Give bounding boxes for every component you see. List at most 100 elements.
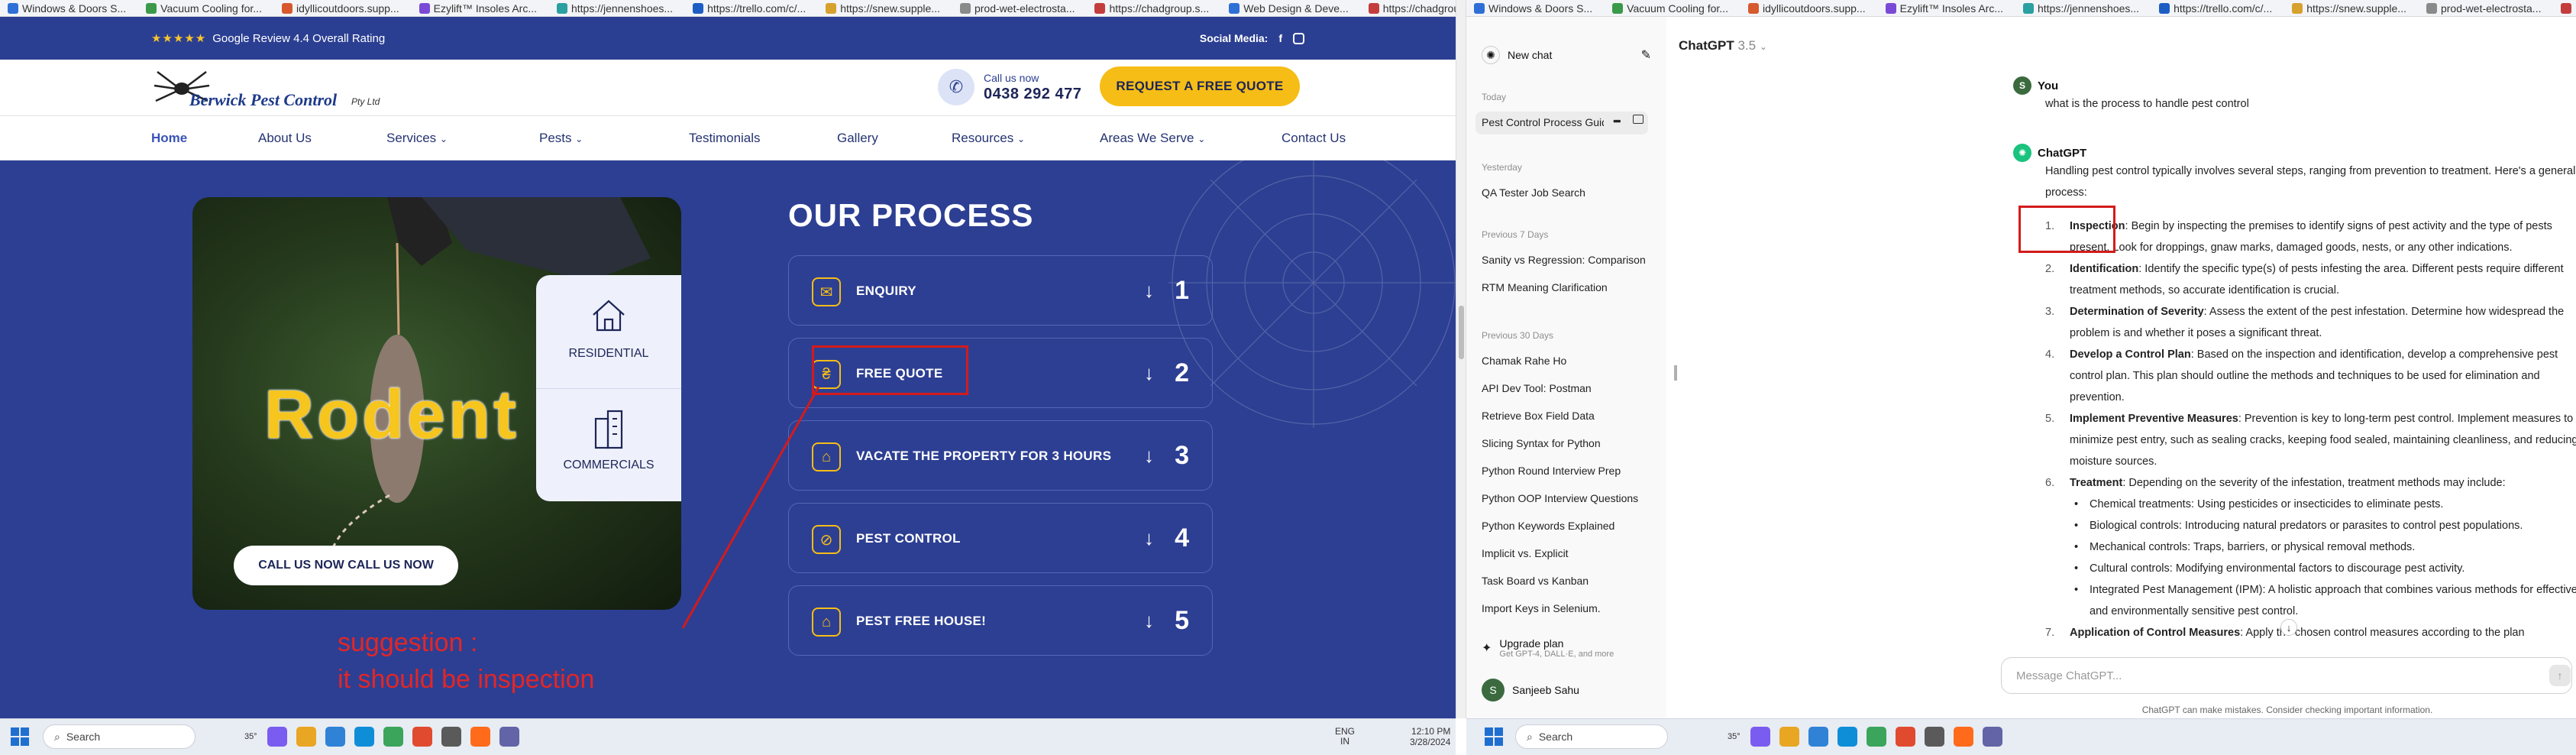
app-icon[interactable] xyxy=(1925,727,1944,747)
bookmark-item[interactable]: https://chadgroup.s... xyxy=(1094,2,1209,15)
stars-icon: ★★★★★ xyxy=(151,32,207,45)
bookmark-item[interactable]: https://snew.supple... xyxy=(2292,2,2406,15)
call-us-now-button[interactable]: CALL US NOW CALL US NOW xyxy=(234,546,458,585)
bookmark-item[interactable]: https://chadgroup.s... xyxy=(1368,2,1456,15)
store-icon[interactable] xyxy=(1808,727,1828,747)
windows-start-icon[interactable] xyxy=(1485,727,1503,746)
bookmark-item[interactable]: https://snew.supple... xyxy=(826,2,940,15)
windows-start-icon[interactable] xyxy=(11,727,29,746)
edit-icon[interactable]: ✎ xyxy=(1641,47,1651,63)
nav-resources[interactable]: Resources ⌄ xyxy=(952,131,1100,146)
sidebar-chat-item[interactable]: Slicing Syntax for Python xyxy=(1482,437,1657,449)
taskbar-search[interactable]: ⌕ Search xyxy=(1515,724,1668,749)
chrome-icon[interactable] xyxy=(412,727,432,747)
nav-home[interactable]: Home xyxy=(151,131,258,146)
sidebar-chat-item[interactable]: Import Keys in Selenium. xyxy=(1482,602,1657,614)
store-icon[interactable] xyxy=(325,727,345,747)
file-explorer-icon[interactable] xyxy=(1779,727,1799,747)
favicon-icon xyxy=(826,2,837,14)
nav-gallery[interactable]: Gallery xyxy=(837,131,952,146)
scrollbar-thumb[interactable] xyxy=(1459,306,1464,359)
sidebar-chat-item[interactable]: Task Board vs Kanban xyxy=(1482,575,1657,587)
sidebar-chat-item[interactable]: API Dev Tool: Postman xyxy=(1482,382,1657,394)
calculator-icon[interactable] xyxy=(499,727,519,747)
scroll-down-icon[interactable]: ↓ xyxy=(2280,619,2297,636)
language-indicator[interactable]: ENG IN xyxy=(1335,727,1355,747)
process-step-enquiry[interactable]: ✉ ENQUIRY ↓ 1 xyxy=(788,255,1213,326)
bookmark-item[interactable]: Ezylift™ Insoles Arc... xyxy=(1885,2,2003,15)
clock[interactable]: 12:10 PM 3/28/2024 xyxy=(1410,726,1450,747)
teams-icon[interactable] xyxy=(1867,727,1886,747)
sidebar-chat-item[interactable]: Python Keywords Explained xyxy=(1482,520,1657,532)
instagram-icon[interactable] xyxy=(1293,32,1304,44)
model-selector[interactable]: ChatGPT 3.5 ⌄ xyxy=(1679,38,1767,53)
nav-services[interactable]: Services ⌄ xyxy=(386,131,539,146)
teams-icon[interactable] xyxy=(383,727,403,747)
bookmark-item[interactable]: https://jennenshoes... xyxy=(556,2,673,15)
bookmark-item[interactable]: https://jennenshoes... xyxy=(2022,2,2139,15)
favicon-icon xyxy=(959,2,971,14)
category-residential[interactable]: RESIDENTIAL xyxy=(536,347,681,361)
step-number: 2 xyxy=(1175,358,1189,387)
bookmark-item[interactable]: prod-wet-electrosta... xyxy=(2426,2,2541,15)
request-quote-button[interactable]: REQUEST A FREE QUOTE xyxy=(1100,66,1300,106)
nav-pests[interactable]: Pests ⌄ xyxy=(539,131,689,146)
bookmark-label: https://trello.com/c/... xyxy=(707,2,806,15)
copilot-icon[interactable] xyxy=(267,727,287,747)
file-explorer-icon[interactable] xyxy=(296,727,316,747)
bookmark-item[interactable]: https://trello.com/c/... xyxy=(693,2,806,15)
bookmark-item[interactable]: idyllicoutdoors.supp... xyxy=(1747,2,1866,15)
sidebar-chat-item[interactable]: Chamak Rahe Ho xyxy=(1482,355,1657,367)
edge-icon[interactable] xyxy=(354,727,374,747)
copilot-icon[interactable] xyxy=(1750,727,1770,747)
list-number: 4. xyxy=(2045,348,2055,361)
bookmark-item[interactable]: https://chadgroup.s... xyxy=(2561,2,2576,15)
bookmark-item[interactable]: prod-wet-electrosta... xyxy=(959,2,1075,15)
bookmark-item[interactable]: Windows & Doors S... xyxy=(1474,2,1592,15)
bookmark-item[interactable]: Vacuum Cooling for... xyxy=(146,2,262,15)
bookmark-item[interactable]: Web Design & Deve... xyxy=(1229,2,1349,15)
sidebar-chat-item[interactable]: Python OOP Interview Questions xyxy=(1482,492,1657,504)
sidebar-chat-item[interactable]: Pest Control Process Guide xyxy=(1482,116,1604,128)
archive-icon[interactable] xyxy=(1633,115,1644,124)
app-icon[interactable] xyxy=(441,727,461,747)
sidebar-chat-item[interactable]: QA Tester Job Search xyxy=(1482,186,1657,199)
social-label: Social Media: xyxy=(1199,32,1269,44)
sidebar-chat-item[interactable]: Python Round Interview Prep xyxy=(1482,465,1657,477)
sidebar-chat-item[interactable]: Sanity vs Regression: Comparison xyxy=(1482,254,1657,266)
chat-options-icon[interactable]: ••• xyxy=(1613,115,1621,127)
category-commercials[interactable]: COMMERCIALS xyxy=(536,459,681,472)
sidebar-chat-item[interactable]: Implicit vs. Explicit xyxy=(1482,547,1657,559)
bookmark-item[interactable]: idyllicoutdoors.supp... xyxy=(281,2,399,15)
step-number: 4 xyxy=(1175,523,1189,552)
edge-icon[interactable] xyxy=(1837,727,1857,747)
site-logo[interactable]: Berwick Pest Control Pty Ltd xyxy=(151,66,396,112)
bookmark-item[interactable]: Ezylift™ Insoles Arc... xyxy=(419,2,537,15)
firefox-icon[interactable] xyxy=(470,727,490,747)
user-profile[interactable]: S Sanjeeb Sahu xyxy=(1482,679,1579,702)
firefox-icon[interactable] xyxy=(1954,727,1973,747)
process-step-pest-control[interactable]: ⊘ PEST CONTROL ↓ 4 xyxy=(788,503,1213,573)
calculator-icon[interactable] xyxy=(1983,727,2002,747)
chrome-icon[interactable] xyxy=(1896,727,1915,747)
process-step-pest-free[interactable]: ⌂ PEST FREE HOUSE! ↓ 5 xyxy=(788,585,1213,656)
openai-logo-icon: ✺ xyxy=(1482,46,1500,64)
send-button[interactable]: ↑ xyxy=(2549,665,2571,686)
nav-testimonials[interactable]: Testimonials xyxy=(689,131,837,146)
bookmark-item[interactable]: https://trello.com/c/... xyxy=(2159,2,2272,15)
sidebar-chat-item[interactable]: Retrieve Box Field Data xyxy=(1482,410,1657,422)
favicon-icon xyxy=(1885,2,1896,14)
taskbar-search[interactable]: ⌕ Search xyxy=(43,724,196,749)
new-chat-button[interactable]: ✺ New chat ✎ xyxy=(1482,43,1651,67)
process-step-vacate[interactable]: ⌂ VACATE THE PROPERTY FOR 3 HOURS ↓ 3 xyxy=(788,420,1213,491)
upgrade-plan-button[interactable]: ✦ Upgrade plan Get GPT-4, DALL·E, and mo… xyxy=(1482,637,1614,659)
split-view-divider[interactable] xyxy=(1456,0,1466,718)
facebook-icon[interactable]: f xyxy=(1278,32,1282,44)
phone-number[interactable]: 0438 292 477 xyxy=(984,86,1081,103)
sub-list-item: • Mechanical controls: Traps, barriers, o… xyxy=(2070,536,2576,558)
bookmark-item[interactable]: Windows & Doors S... xyxy=(8,2,126,15)
nav-about[interactable]: About Us xyxy=(258,131,386,146)
chat-scroll-handle[interactable] xyxy=(1674,365,1677,381)
sidebar-chat-item[interactable]: RTM Meaning Clarification xyxy=(1482,281,1657,293)
bookmark-item[interactable]: Vacuum Cooling for... xyxy=(1612,2,1728,15)
